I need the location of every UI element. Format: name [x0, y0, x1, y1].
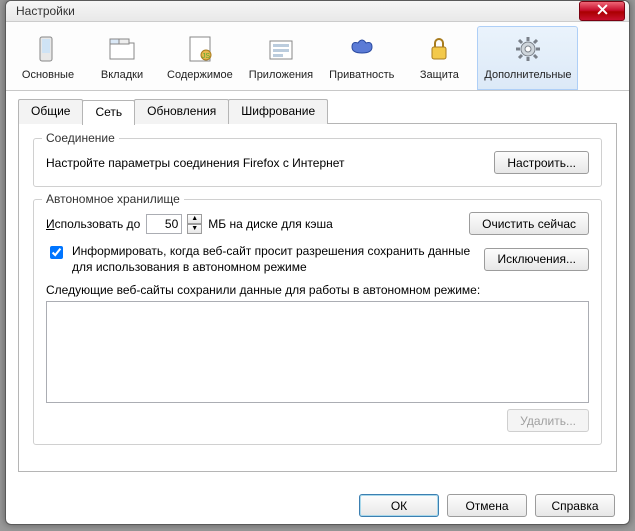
- cache-use-label: Использовать до: [46, 217, 140, 231]
- category-label: Содержимое: [167, 69, 233, 81]
- category-toolbar: Основные Вкладки JS Содержимое Приложени…: [6, 22, 629, 91]
- spin-down-button[interactable]: ▼: [187, 224, 202, 234]
- category-label: Приложения: [249, 69, 313, 81]
- cache-size-input[interactable]: [146, 214, 182, 234]
- tab-updates[interactable]: Обновления: [134, 99, 229, 124]
- settings-window: Настройки Основные Вкладки JS Содержимое: [5, 0, 630, 525]
- tab-network[interactable]: Сеть: [82, 100, 135, 125]
- category-label: Приватность: [329, 69, 394, 81]
- category-general[interactable]: Основные: [12, 26, 84, 90]
- svg-text:JS: JS: [202, 53, 211, 60]
- help-button[interactable]: Справка: [535, 494, 615, 517]
- content-pane: Соединение Настройте параметры соединени…: [18, 123, 617, 472]
- category-privacy[interactable]: Приватность: [322, 26, 401, 90]
- category-label: Вкладки: [93, 69, 151, 81]
- offline-storage-group: Автономное хранилище Использовать до ▲ ▼…: [33, 199, 602, 445]
- clear-cache-button[interactable]: Очистить сейчас: [469, 212, 589, 235]
- category-label: Защита: [410, 69, 468, 81]
- ok-button[interactable]: ОК: [359, 494, 439, 517]
- gear-icon: [512, 33, 544, 65]
- close-icon: [597, 4, 608, 18]
- inform-label[interactable]: Информировать, когда веб-сайт просит раз…: [72, 243, 478, 275]
- offline-sites-label: Следующие веб-сайты сохранили данные для…: [46, 283, 480, 297]
- connection-desc: Настройте параметры соединения Firefox с…: [46, 156, 345, 170]
- connection-group-title: Соединение: [42, 131, 119, 145]
- tab-general[interactable]: Общие: [18, 99, 83, 124]
- titlebar: Настройки: [6, 1, 629, 22]
- category-applications[interactable]: Приложения: [242, 26, 320, 90]
- category-content[interactable]: JS Содержимое: [160, 26, 240, 90]
- cancel-button[interactable]: Отмена: [447, 494, 527, 517]
- configure-connection-button[interactable]: Настроить...: [494, 151, 589, 174]
- offline-group-title: Автономное хранилище: [42, 192, 184, 206]
- subtabs: Общие Сеть Обновления Шифрование: [6, 91, 629, 124]
- category-security[interactable]: Защита: [403, 26, 475, 90]
- cache-size-spinner: ▲ ▼: [187, 214, 202, 234]
- category-label: Основные: [19, 69, 77, 81]
- content-icon: JS: [184, 33, 216, 65]
- cache-suffix-label: МБ на диске для кэша: [208, 217, 333, 231]
- spin-up-button[interactable]: ▲: [187, 214, 202, 224]
- applications-icon: [265, 33, 297, 65]
- offline-sites-list[interactable]: [46, 301, 589, 403]
- tab-encryption[interactable]: Шифрование: [228, 99, 328, 124]
- dialog-footer: ОК Отмена Справка: [6, 484, 629, 531]
- privacy-icon: [346, 33, 378, 65]
- category-label: Дополнительные: [484, 69, 571, 81]
- category-advanced[interactable]: Дополнительные: [477, 26, 578, 90]
- close-button[interactable]: [579, 1, 625, 21]
- remove-site-button: Удалить...: [507, 409, 589, 432]
- tabs-icon: [106, 33, 138, 65]
- general-icon: [32, 33, 64, 65]
- window-title: Настройки: [16, 4, 579, 18]
- inform-checkbox[interactable]: [50, 246, 63, 259]
- lock-icon: [423, 33, 455, 65]
- connection-group: Соединение Настройте параметры соединени…: [33, 138, 602, 187]
- category-tabs[interactable]: Вкладки: [86, 26, 158, 90]
- exceptions-button[interactable]: Исключения...: [484, 248, 589, 271]
